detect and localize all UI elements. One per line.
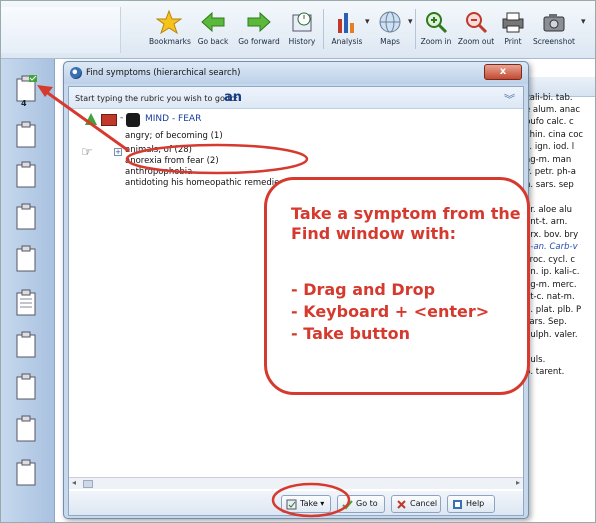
repertory-line: b-an. Carb-v — [525, 242, 578, 252]
print-button[interactable]: Print — [499, 3, 527, 55]
screenshot-dropdown-arrow[interactable]: ▾ — [581, 17, 586, 27]
repertory-line: n. plat. plb. P — [525, 305, 582, 315]
screenshot-button[interactable]: Screenshot — [531, 3, 577, 55]
clipboard-icon[interactable] — [15, 245, 37, 273]
main-toolbar: Bookmarks Go back Go forward History Ana… — [1, 1, 595, 59]
list-item[interactable]: antidoting his homeopathic remedies — [125, 178, 284, 188]
zoom-out-icon — [466, 12, 488, 34]
bookmarks-button[interactable]: Bookmarks — [149, 3, 191, 55]
app-icon — [70, 67, 82, 79]
search-prompt-label: Start typing the rubric you wish to go t… — [75, 94, 239, 103]
head-icon — [126, 113, 140, 127]
expand-plus-icon[interactable]: + — [114, 148, 122, 156]
repertory-line: s. ign. iod. l — [525, 142, 575, 152]
bar-chart-icon — [338, 13, 354, 33]
printer-icon — [502, 12, 524, 33]
clipboard-icon[interactable] — [15, 161, 37, 189]
callout-line: - Take button — [291, 324, 411, 343]
repertory-background: kali-bi. tab. e alum. anac bufo calc. c chi… — [521, 59, 595, 522]
list-item[interactable]: anorexia from fear (2) — [125, 156, 219, 166]
repertory-line: ant-t. arn. — [525, 217, 568, 227]
dialog-titlebar[interactable]: Find symptoms (hierarchical search) x — [64, 62, 528, 84]
clipboard-count: 4 — [21, 99, 27, 108]
clipboard-icon[interactable] — [15, 121, 37, 149]
list-item[interactable]: angry; of becoming (1) — [125, 131, 223, 141]
clipboard-panel: 4 — [1, 59, 55, 522]
help-icon — [453, 500, 462, 509]
repertory-line: orx. bov. bry — [525, 230, 579, 240]
toolbar-separator — [415, 9, 416, 49]
help-button[interactable]: Help — [447, 495, 495, 513]
toolbar-separator — [323, 9, 324, 49]
analysis-dropdown-arrow[interactable]: ▾ — [365, 17, 370, 27]
scroll-thumb[interactable] — [83, 480, 93, 488]
repertory-line: at-c. nat-m. — [525, 292, 575, 302]
repertory-line: ar. aloe alu — [525, 205, 572, 215]
analysis-button[interactable]: Analysis — [329, 3, 365, 55]
go-to-button[interactable]: Go to — [337, 495, 385, 513]
cancel-button[interactable]: Cancel — [391, 495, 441, 513]
take-icon — [286, 499, 297, 510]
clipboard-icon[interactable] — [15, 289, 37, 317]
callout-line: - Drag and Drop — [291, 280, 436, 299]
repertory-line: croc. cycl. c — [525, 255, 576, 265]
zoom-in-icon — [426, 12, 448, 34]
instruction-callout: Take a symptom from the Find window with… — [264, 177, 530, 395]
star-icon — [156, 9, 182, 35]
repertory-line: chin. cina coc — [525, 130, 584, 140]
maps-dropdown-arrow[interactable]: ▾ — [408, 17, 413, 27]
repertory-line: ag-m. merc. — [525, 280, 577, 290]
repertory-line: n. sars. sep — [525, 180, 574, 190]
breadcrumb-path[interactable]: MIND - FEAR — [145, 114, 201, 124]
clipboard-icon[interactable] — [15, 415, 37, 443]
close-button[interactable]: x — [484, 64, 522, 80]
clipboard-icon[interactable] — [15, 203, 37, 231]
go-forward-button[interactable]: Go forward — [237, 3, 281, 55]
go-back-button[interactable]: Go back — [193, 3, 233, 55]
clipboard-icon[interactable] — [15, 331, 37, 359]
book-icon — [101, 114, 117, 126]
list-item[interactable]: anthropophobia — [125, 167, 192, 177]
repertory-line: kali-bi. tab. — [525, 93, 573, 103]
dialog-title: Find symptoms (hierarchical search) — [86, 68, 241, 78]
address-area — [1, 7, 121, 53]
scroll-right-icon[interactable]: ▸ — [516, 478, 520, 487]
repertory-line: ag-m. man — [525, 155, 572, 165]
dialog-button-bar: Take ▾ Go to Cancel Help — [69, 491, 523, 515]
pointing-hand-icon: ☞ — [81, 145, 93, 160]
horizontal-scrollbar[interactable]: ◂ ▸ — [69, 477, 523, 489]
take-button[interactable]: Take ▾ — [281, 495, 331, 513]
up-arrow-icon[interactable] — [85, 113, 97, 125]
callout-title: Take a symptom from the Find window with… — [291, 204, 521, 243]
repertory-line: b. tarent. — [525, 367, 565, 377]
globe-icon — [379, 11, 401, 33]
zoom-out-button[interactable]: Zoom out — [457, 3, 495, 55]
maps-button[interactable]: Maps — [373, 3, 407, 55]
callout-line: - Keyboard + <enter> — [291, 302, 490, 321]
clipboard-icon[interactable] — [15, 459, 37, 487]
repertory-line: sars. Sep. — [525, 317, 567, 327]
breadcrumb: - MIND - FEAR — [69, 111, 523, 129]
history-button[interactable]: History — [285, 3, 319, 55]
arrow-right-icon — [247, 11, 271, 33]
repertory-line: e alum. anac — [525, 105, 581, 115]
scroll-left-icon[interactable]: ◂ — [72, 478, 76, 487]
camera-icon — [543, 14, 565, 32]
repertory-line: gn. ip. kali-c. — [525, 267, 580, 277]
zoom-in-button[interactable]: Zoom in — [419, 3, 453, 55]
checkmark-icon — [342, 500, 353, 510]
search-row: Start typing the rubric you wish to go t… — [69, 87, 523, 109]
clipboard-icon[interactable] — [15, 373, 37, 401]
history-icon — [292, 12, 312, 32]
list-item[interactable]: animals, of (28) — [125, 145, 192, 155]
repertory-line: v. petr. ph-a — [525, 167, 576, 177]
repertory-line: Sulph. valer. — [525, 330, 578, 340]
x-icon — [397, 500, 406, 509]
expand-chevron-icon[interactable]: ︾ — [504, 91, 515, 107]
app-window: Bookmarks Go back Go forward History Ana… — [0, 0, 596, 523]
search-input[interactable]: an — [224, 90, 242, 105]
repertory-line: bufo calc. c — [525, 117, 574, 127]
breadcrumb-separator: - — [120, 113, 124, 123]
arrow-left-icon — [201, 11, 225, 33]
